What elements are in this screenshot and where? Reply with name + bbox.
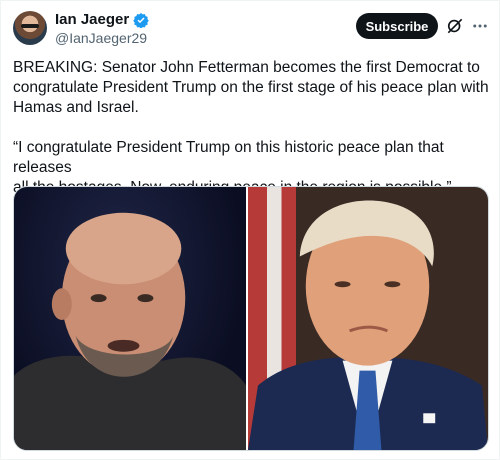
author-avatar[interactable] [13, 11, 47, 45]
verified-badge-icon [133, 12, 149, 28]
more-options-button[interactable] [469, 15, 491, 37]
portrait-photo-left [14, 212, 247, 450]
grok-icon[interactable] [445, 16, 465, 36]
more-horizontal-icon [473, 24, 487, 28]
tweet-card[interactable]: Ian Jaeger @IanJaeger29 Subscribe BREAKI… [0, 0, 500, 460]
author-display-name[interactable]: Ian Jaeger [55, 11, 129, 28]
author-handle[interactable]: @IanJaeger29 [55, 30, 147, 46]
tweet-text-paragraph-1: BREAKING: Senator John Fetterman becomes… [13, 59, 489, 116]
media-image-left[interactable] [14, 187, 247, 450]
author-name-row: Ian Jaeger [55, 11, 149, 28]
tweet-media-grid[interactable] [13, 186, 489, 451]
media-image-right[interactable] [248, 187, 488, 450]
subscribe-button[interactable]: Subscribe [356, 13, 438, 39]
avatar-sunglasses [21, 24, 39, 28]
portrait-photo-right [248, 200, 488, 450]
